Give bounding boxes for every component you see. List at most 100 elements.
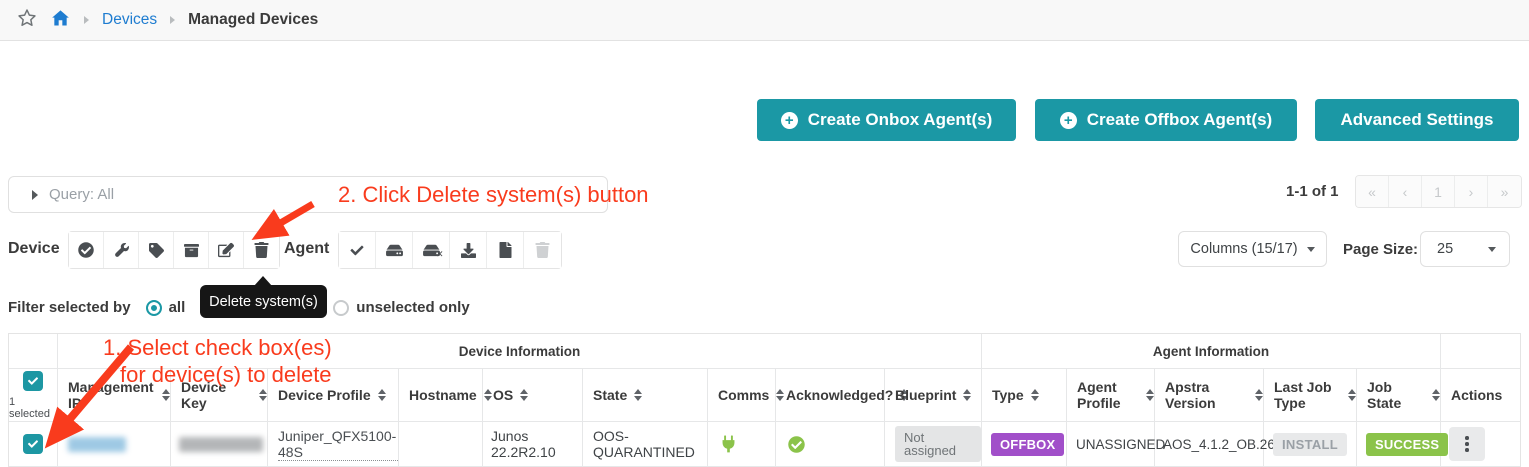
sort-icon[interactable] xyxy=(963,389,971,401)
pagination-range: 1-1 of 1 xyxy=(1286,183,1339,200)
check-icon xyxy=(27,376,39,386)
annotation-step1-line2: for device(s) to delete xyxy=(120,362,332,388)
agent-file-button[interactable] xyxy=(487,232,524,268)
tag-button[interactable] xyxy=(139,232,174,268)
radio-checked-icon[interactable] xyxy=(146,300,162,316)
acknowledged-check-icon xyxy=(788,436,805,453)
archive-button[interactable] xyxy=(174,232,209,268)
cell-agent-profile: UNASSIGNED xyxy=(1067,422,1155,466)
set-config-button[interactable] xyxy=(104,232,139,268)
plus-circle-icon: + xyxy=(1060,112,1077,129)
page-title: Managed Devices xyxy=(188,11,318,29)
home-icon[interactable] xyxy=(50,8,71,33)
create-offbox-agents-button[interactable]: + Create Offbox Agent(s) xyxy=(1035,99,1297,141)
columns-dropdown[interactable]: Columns (15/17) xyxy=(1178,231,1327,267)
select-all-checkbox[interactable] xyxy=(23,371,43,391)
expand-triangle-icon xyxy=(32,190,38,200)
delete-systems-button[interactable] xyxy=(244,232,279,268)
create-onbox-agents-label: Create Onbox Agent(s) xyxy=(808,110,993,130)
col-header-state[interactable]: State xyxy=(583,369,708,421)
col-header-agent-profile[interactable]: Agent Profile xyxy=(1067,369,1155,421)
archive-icon xyxy=(184,243,199,258)
file-icon xyxy=(499,242,512,258)
breadcrumb-link-devices[interactable]: Devices xyxy=(102,11,157,29)
cell-acknowledged xyxy=(776,422,885,466)
cell-blueprint: Not assigned xyxy=(885,422,982,466)
sort-icon[interactable] xyxy=(1348,389,1356,401)
sort-icon[interactable] xyxy=(378,389,386,401)
sort-icon[interactable] xyxy=(162,389,170,401)
type-badge: OFFBOX xyxy=(991,433,1064,456)
agent-toolbar-label: Agent xyxy=(284,240,329,258)
delete-systems-tooltip: Delete system(s) xyxy=(200,285,327,318)
sort-icon[interactable] xyxy=(1255,389,1263,401)
sort-icon[interactable] xyxy=(520,389,528,401)
col-header-hostname[interactable]: Hostname xyxy=(399,369,483,421)
advanced-settings-button[interactable]: Advanced Settings xyxy=(1315,99,1519,141)
col-header-os[interactable]: OS xyxy=(483,369,583,421)
page-size-select[interactable]: 25 xyxy=(1420,231,1510,267)
pagination-next-button[interactable]: › xyxy=(1455,176,1488,207)
check-circle-icon xyxy=(78,242,94,258)
sort-icon[interactable] xyxy=(634,389,642,401)
cell-job-state: SUCCESS xyxy=(1357,422,1441,466)
col-header-blueprint[interactable]: Blueprint xyxy=(885,369,982,421)
agent-toolbar: ✕ xyxy=(338,231,562,269)
filter-label: Filter selected by xyxy=(8,299,131,316)
group-header-spacer xyxy=(1441,334,1522,368)
pagination-last-button[interactable]: » xyxy=(1488,176,1521,207)
agent-drive-button[interactable] xyxy=(376,232,413,268)
filter-option-all[interactable]: all xyxy=(146,299,186,316)
row-actions-menu-button[interactable] xyxy=(1449,427,1485,461)
sort-icon[interactable] xyxy=(259,389,267,401)
advanced-settings-label: Advanced Settings xyxy=(1340,110,1493,130)
redacted-management-ip xyxy=(68,437,126,452)
col-header-comms[interactable]: Comms xyxy=(708,369,776,421)
cell-device-key xyxy=(171,422,268,466)
pagination-prev-button[interactable]: ‹ xyxy=(1389,176,1422,207)
edit-icon xyxy=(218,242,234,258)
col-header-acknowledged[interactable]: Acknowledged? xyxy=(776,369,885,421)
chevron-down-icon xyxy=(1307,247,1315,252)
pagination-first-button[interactable]: « xyxy=(1356,176,1389,207)
breadcrumb: Devices Managed Devices xyxy=(0,0,1529,41)
row-checkbox[interactable] xyxy=(23,434,43,454)
device-toolbar-label: Device xyxy=(8,240,60,258)
tag-icon xyxy=(149,243,164,258)
pagination-controls: « ‹ 1 › » xyxy=(1355,175,1522,208)
blueprint-badge: Not assigned xyxy=(895,426,981,462)
acknowledge-button[interactable] xyxy=(69,232,104,268)
agent-check-button[interactable] xyxy=(339,232,376,268)
chevron-down-icon xyxy=(1488,247,1496,252)
col-header-last-job-type[interactable]: Last Job Type xyxy=(1264,369,1357,421)
agent-install-button[interactable] xyxy=(450,232,487,268)
annotation-step2: 2. Click Delete system(s) button xyxy=(338,182,649,208)
cell-device-profile: Juniper_QFX5100-48S xyxy=(268,422,399,466)
col-header-job-state[interactable]: Job State xyxy=(1357,369,1441,421)
col-header-apstra-version[interactable]: Apstra Version xyxy=(1155,369,1264,421)
edit-button[interactable] xyxy=(209,232,244,268)
agent-drive-remove-button[interactable]: ✕ xyxy=(413,232,450,268)
cell-type: OFFBOX xyxy=(982,422,1067,466)
device-profile-link[interactable]: Juniper_QFX5100-48S xyxy=(278,428,398,461)
sort-icon[interactable] xyxy=(1432,389,1440,401)
breadcrumb-separator-icon xyxy=(170,16,175,24)
annotation-step1-line1: 1. Select check box(es) xyxy=(103,335,332,361)
filter-option-unselected-only[interactable]: unselected only xyxy=(333,299,469,316)
create-onbox-agents-button[interactable]: + Create Onbox Agent(s) xyxy=(757,99,1016,141)
create-offbox-agents-label: Create Offbox Agent(s) xyxy=(1087,110,1272,130)
pagination-page-button[interactable]: 1 xyxy=(1422,176,1455,207)
radio-icon[interactable] xyxy=(333,300,349,316)
favorite-star-icon[interactable] xyxy=(17,8,37,33)
cell-management-ip xyxy=(58,422,171,466)
col-header-type[interactable]: Type xyxy=(982,369,1067,421)
wrench-icon xyxy=(114,243,129,258)
drive-icon xyxy=(386,243,403,258)
cell-comms xyxy=(708,422,776,466)
columns-dropdown-label: Columns (15/17) xyxy=(1190,241,1297,257)
job-state-badge: SUCCESS xyxy=(1366,433,1448,456)
sort-icon[interactable] xyxy=(1031,389,1039,401)
sort-icon[interactable] xyxy=(1146,389,1154,401)
select-all-cell: 1 selected xyxy=(9,369,58,421)
plus-circle-icon: + xyxy=(781,112,798,129)
